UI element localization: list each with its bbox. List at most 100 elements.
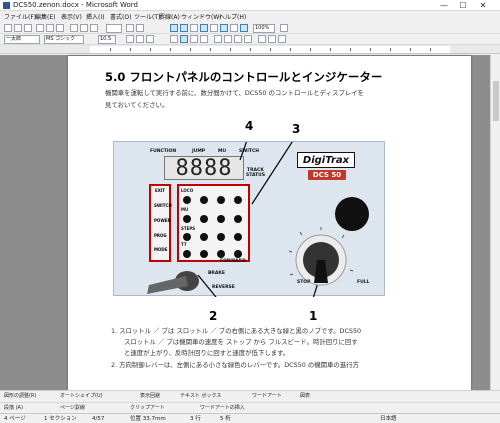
insert-wordart-button[interactable]: ワードアートの挿入 [200,404,245,412]
list-item-1-line-3: と速度が上がり、反時計回りに回すと速度が低下します。 [124,349,290,357]
save-icon[interactable] [24,24,32,32]
menu-window[interactable]: ウィンドウ(W) [181,13,222,22]
redo-icon[interactable] [136,24,144,32]
wrap-button[interactable]: 表示回避 [140,392,160,400]
drawing-icon[interactable] [220,24,228,32]
menu-table[interactable]: 罫線(A) [159,13,180,22]
full-label: FULL [357,280,370,285]
menu-help[interactable]: ヘルプ(H) [219,13,246,22]
border-icon[interactable] [258,35,266,43]
zoom-select[interactable]: 100% [253,24,275,33]
list-item-1-line-1: 1. スロットル ／ ブは スロットル ／ ブの右側にある大きな緑と黒のノブです… [111,327,362,335]
section-heading: 5.0 フロントパネルのコントロールとインジケーター [105,70,383,84]
numbering-icon[interactable] [214,35,222,43]
show-hide-icon[interactable] [240,24,248,32]
print-icon[interactable] [36,24,44,32]
style-select-small[interactable] [106,24,122,33]
copy-icon[interactable] [80,24,88,32]
status-bar: 4 ページ 1 セクション 4/57 位置 33.7mm 3 行 5 桁 日本語 [0,413,500,423]
autoshape-button[interactable]: オートシェイプ(U) [60,392,103,400]
status-language: 日本語 [380,416,397,422]
font-size-select[interactable]: 10.5 [98,35,116,44]
window-title: DCS50.zenon.docx - Microsoft Word [13,1,138,9]
bold-icon[interactable] [126,35,134,43]
style-select[interactable]: 一太郎 [4,35,40,44]
stop-label: STOP [297,280,311,285]
status-page: 4 ページ [4,416,26,422]
word-app-icon [3,2,10,9]
align-right-icon[interactable] [190,35,198,43]
callout-number-3: 3 [292,122,301,136]
clipart-button[interactable]: クリップアート [130,404,165,412]
font-color-icon[interactable] [278,35,286,43]
list-item-2-line-1: 2. 方向制御レバーは、左側にある小さな緑色のレバーです。DCS50 の機関車の… [111,361,359,369]
menu-view[interactable]: 表示(V) [61,13,82,22]
new-document-icon[interactable] [4,24,12,32]
spelling-icon[interactable] [56,24,64,32]
increase-indent-icon[interactable] [244,35,252,43]
drawing-toolbar: 図形の調整(R) オートシェイプ(U) 表示回避 テキスト ボックス ワードアー… [0,390,500,401]
horizontal-ruler[interactable] [0,45,500,54]
menu-insert[interactable]: 挿入(I) [86,13,104,22]
columns-icon[interactable] [210,24,218,32]
callout-number-4: 4 [245,119,254,133]
document-map-icon[interactable] [230,24,238,32]
status-column: 5 桁 [220,416,231,422]
menu-bar: ファイル(F) 編集(E) 表示(V) 挿入(I) 書式(O) ツール(T) 罫… [0,12,500,23]
italic-icon[interactable] [136,35,144,43]
brake-label: BRAKE [208,271,225,276]
formatting-toolbar: 一太郎 MS ゴシック 10.5 [0,35,500,45]
status-pagecount: 4/57 [92,416,105,422]
intro-line-1: 機関車を運転して実行する前に、数分間かけて、DCS50 のコントロールとディスプ… [105,89,364,97]
standard-toolbar: 100% [0,23,500,34]
textbox-button[interactable]: テキスト ボックス [180,392,221,400]
menu-tools[interactable]: ツール(T) [134,13,160,22]
direction-lever-handle [147,276,188,294]
paste-icon[interactable] [90,24,98,32]
tables-borders-icon[interactable] [180,24,188,32]
menu-format[interactable]: 書式(O) [110,13,131,22]
diagram-button[interactable]: 図表 [300,392,310,400]
font-select[interactable]: MS ゴシック [44,35,84,44]
drawing-toolbar-2: 段落 (A) ページ罫線 クリップアート ワードアートの挿入 [0,402,500,413]
minimize-button[interactable]: — [436,0,452,11]
paragraph-button[interactable]: 段落 (A) [4,404,23,412]
callout-number-1: 1 [309,309,318,323]
status-section: 1 セクション [44,416,77,422]
wordart-button[interactable]: ワードアート [252,392,282,400]
highlight-icon[interactable] [268,35,276,43]
status-position: 位置 33.7mm [130,416,166,422]
hyperlink-icon[interactable] [170,24,178,32]
title-bar: DCS50.zenon.docx - Microsoft Word — ☐ ✕ [0,0,500,11]
menu-file[interactable]: ファイル(F) [4,13,36,22]
insert-excel-icon[interactable] [200,24,208,32]
maximize-button[interactable]: ☐ [455,0,471,11]
help-icon[interactable] [280,24,288,32]
status-line: 3 行 [190,416,201,422]
callout-number-2: 2 [209,309,218,323]
cut-icon[interactable] [70,24,78,32]
vertical-scrollbar[interactable] [490,55,500,390]
insert-table-icon[interactable] [190,24,198,32]
print-preview-icon[interactable] [46,24,54,32]
page-border-button[interactable]: ページ罫線 [60,404,85,412]
bullets-icon[interactable] [224,35,232,43]
scroll-thumb[interactable] [493,81,499,121]
draw-arrange-button[interactable]: 図形の調整(R) [4,392,36,400]
forward-label: FORWARD [220,259,246,264]
callout-3-line [251,142,293,205]
list-item-1-line-2: スロットル ／ ブは機関車の速度を ストップ から フルスピード。時計回りに回す [124,338,358,346]
decrease-indent-icon[interactable] [234,35,242,43]
underline-icon[interactable] [146,35,154,43]
align-center-icon[interactable] [180,35,188,43]
align-left-icon[interactable] [170,35,178,43]
front-panel-figure: FUNCTION JUMP MU SWITCH 8888 TRACK STATU… [113,141,385,297]
undo-icon[interactable] [126,24,134,32]
reverse-label: REVERSE [212,285,235,290]
panel-graphics [147,142,369,297]
menu-edit[interactable]: 編集(E) [35,13,55,22]
justify-icon[interactable] [200,35,208,43]
open-icon[interactable] [14,24,22,32]
callout-4-line [239,142,248,161]
close-button[interactable]: ✕ [475,0,491,11]
